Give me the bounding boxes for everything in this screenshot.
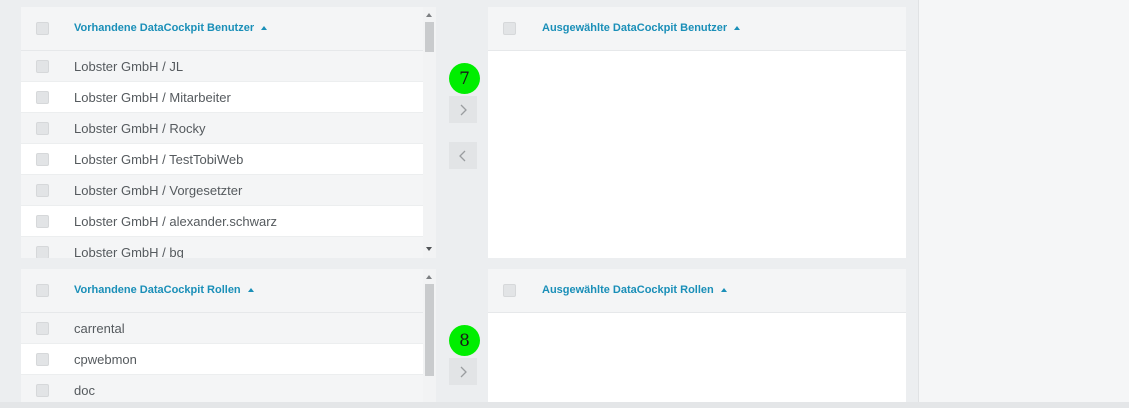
row-checkbox[interactable] bbox=[36, 353, 49, 366]
list-item-label: Lobster GmbH / Mitarbeiter bbox=[74, 90, 231, 105]
list-item-label: carrental bbox=[74, 321, 125, 336]
scroll-down-icon[interactable] bbox=[426, 247, 432, 251]
list-item-label: Lobster GmbH / bg bbox=[74, 245, 184, 258]
step-badge-users: 7 bbox=[449, 63, 480, 94]
row-checkbox[interactable] bbox=[36, 153, 49, 166]
list-item-label: Lobster GmbH / alexander.schwarz bbox=[74, 214, 278, 229]
row-checkbox[interactable] bbox=[36, 246, 49, 258]
available-roles-scrollbar[interactable] bbox=[423, 269, 436, 402]
selected-users-title: Ausgewählte DataCockpit Benutzer bbox=[542, 22, 728, 34]
selected-roles-header: Ausgewählte DataCockpit Rollen bbox=[488, 269, 906, 313]
chevron-right-icon bbox=[460, 366, 467, 377]
available-users-scrollbar[interactable] bbox=[423, 7, 436, 258]
row-checkbox[interactable] bbox=[36, 322, 49, 335]
select-all-selected-users-checkbox[interactable] bbox=[503, 22, 516, 35]
available-roles-list: Vorhandene DataCockpit Rollen carrental … bbox=[21, 269, 423, 402]
list-item[interactable]: carrental bbox=[21, 313, 423, 344]
available-users-header: Vorhandene DataCockpit Benutzer bbox=[21, 7, 423, 51]
sort-ascending-icon bbox=[720, 288, 727, 292]
available-roles-header: Vorhandene DataCockpit Rollen bbox=[21, 269, 423, 313]
select-all-available-users-checkbox[interactable] bbox=[36, 22, 49, 35]
list-item-label: Lobster GmbH / Vorgesetzter bbox=[74, 183, 243, 198]
scroll-thumb[interactable] bbox=[425, 22, 434, 52]
available-roles-title: Vorhandene DataCockpit Rollen bbox=[74, 284, 241, 296]
list-item[interactable]: Lobster GmbH / Rocky bbox=[21, 113, 423, 144]
select-all-available-roles-checkbox[interactable] bbox=[36, 284, 49, 297]
list-item[interactable]: Lobster GmbH / JL bbox=[21, 51, 423, 82]
row-checkbox[interactable] bbox=[36, 122, 49, 135]
step-badge-roles: 8 bbox=[449, 325, 480, 356]
list-item-label: doc bbox=[74, 383, 95, 398]
selected-users-list: Ausgewählte DataCockpit Benutzer bbox=[488, 7, 906, 258]
available-roles-sort-header[interactable]: Vorhandene DataCockpit Rollen bbox=[74, 284, 254, 296]
row-checkbox[interactable] bbox=[36, 215, 49, 228]
selected-roles-list: Ausgewählte DataCockpit Rollen bbox=[488, 269, 906, 402]
list-item-label: cpwebmon bbox=[74, 352, 137, 367]
scroll-thumb[interactable] bbox=[425, 284, 434, 376]
list-item-label: Lobster GmbH / TestTobiWeb bbox=[74, 152, 244, 167]
list-item-label: Lobster GmbH / Rocky bbox=[74, 121, 206, 136]
chevron-left-icon bbox=[459, 150, 466, 161]
available-users-sort-header[interactable]: Vorhandene DataCockpit Benutzer bbox=[74, 22, 268, 34]
bottom-divider bbox=[0, 402, 1129, 408]
list-item-label: Lobster GmbH / JL bbox=[74, 59, 184, 74]
scroll-up-icon[interactable] bbox=[426, 13, 432, 17]
list-item[interactable]: cpwebmon bbox=[21, 344, 423, 375]
remove-user-button[interactable] bbox=[449, 142, 477, 169]
selected-users-sort-header[interactable]: Ausgewählte DataCockpit Benutzer bbox=[542, 22, 741, 34]
sort-ascending-icon bbox=[261, 26, 268, 30]
list-item[interactable]: Lobster GmbH / bg bbox=[21, 237, 423, 258]
selected-users-header: Ausgewählte DataCockpit Benutzer bbox=[488, 7, 906, 51]
available-users-list: Vorhandene DataCockpit Benutzer Lobster … bbox=[21, 7, 423, 258]
add-role-button[interactable] bbox=[449, 358, 477, 385]
list-item[interactable]: Lobster GmbH / Vorgesetzter bbox=[21, 175, 423, 206]
list-item[interactable]: Lobster GmbH / TestTobiWeb bbox=[21, 144, 423, 175]
assignment-panel: Vorhandene DataCockpit Benutzer Lobster … bbox=[0, 0, 918, 408]
row-checkbox[interactable] bbox=[36, 184, 49, 197]
select-all-selected-roles-checkbox[interactable] bbox=[503, 284, 516, 297]
row-checkbox[interactable] bbox=[36, 60, 49, 73]
available-users-title: Vorhandene DataCockpit Benutzer bbox=[74, 22, 255, 34]
add-user-button[interactable] bbox=[449, 96, 477, 123]
sort-ascending-icon bbox=[247, 288, 254, 292]
list-item[interactable]: Lobster GmbH / alexander.schwarz bbox=[21, 206, 423, 237]
scroll-up-icon[interactable] bbox=[426, 275, 432, 279]
sort-ascending-icon bbox=[734, 26, 741, 30]
selected-roles-title: Ausgewählte DataCockpit Rollen bbox=[542, 284, 714, 296]
side-panel bbox=[918, 0, 1129, 408]
list-item[interactable]: Lobster GmbH / Mitarbeiter bbox=[21, 82, 423, 113]
list-item[interactable]: doc bbox=[21, 375, 423, 402]
chevron-right-icon bbox=[460, 104, 467, 115]
row-checkbox[interactable] bbox=[36, 384, 49, 397]
row-checkbox[interactable] bbox=[36, 91, 49, 104]
selected-roles-sort-header[interactable]: Ausgewählte DataCockpit Rollen bbox=[542, 284, 727, 296]
